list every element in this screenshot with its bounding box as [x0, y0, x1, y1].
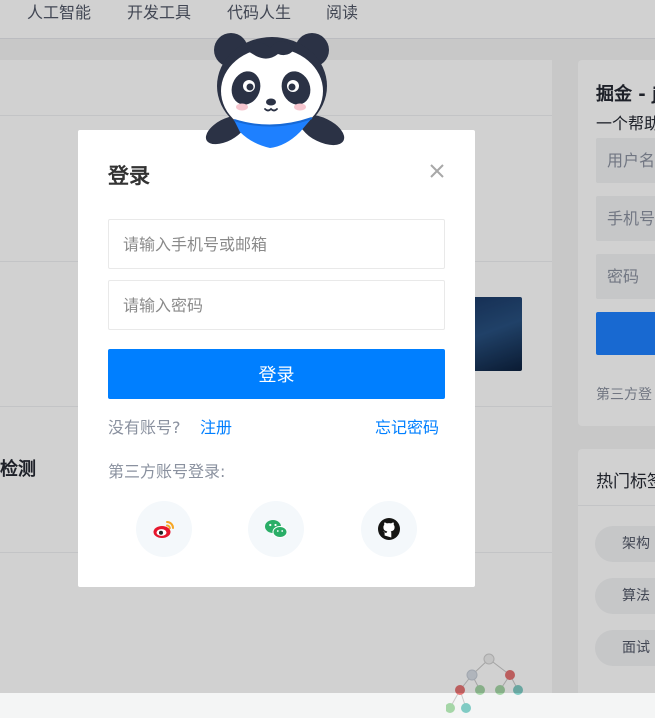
close-icon[interactable] — [426, 160, 448, 182]
modal-title: 登录 — [108, 164, 150, 188]
forgot-password-link[interactable]: 忘记密码 — [375, 414, 439, 438]
github-icon — [378, 518, 400, 540]
wechat-login-button[interactable] — [248, 501, 304, 557]
wechat-icon — [265, 520, 288, 538]
github-login-button[interactable] — [361, 501, 417, 557]
weibo-icon — [153, 521, 174, 538]
password-input[interactable] — [108, 280, 445, 330]
panda-mascot-icon — [205, 33, 345, 148]
login-button[interactable]: 登录 — [108, 349, 445, 399]
third-party-login-label: 第三方账号登录: — [108, 462, 226, 481]
weibo-login-button[interactable] — [136, 501, 192, 557]
login-modal: 登录 登录 没有账号? 注册 忘记密码 第三方账号登录: — [78, 130, 475, 587]
register-link[interactable]: 注册 — [200, 414, 232, 438]
account-input[interactable] — [108, 219, 445, 269]
no-account-text: 没有账号? — [108, 418, 181, 437]
